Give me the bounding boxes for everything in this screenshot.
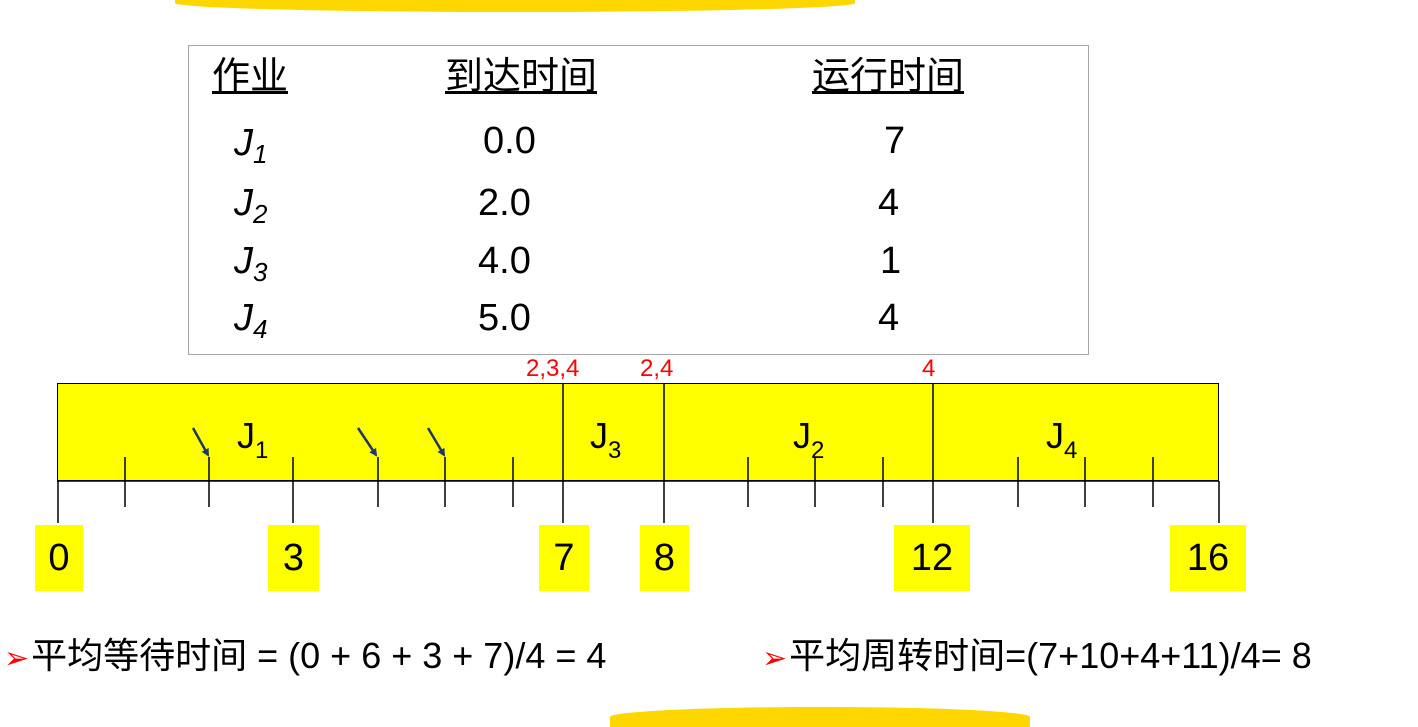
time-label-0: 0 xyxy=(35,525,83,591)
queue-at-12: 4 xyxy=(922,355,936,382)
bullet-icon: ➢ xyxy=(4,642,30,675)
gantt-lines xyxy=(57,383,1220,523)
queue-at-8: 2,4 xyxy=(640,355,674,382)
block-label-j4: J4 xyxy=(1046,415,1078,464)
time-label-7: 7 xyxy=(539,525,589,591)
block-label-j1: J1 xyxy=(237,415,269,464)
arrival-arrow-j4 xyxy=(426,427,446,457)
block-label-j2: J2 xyxy=(793,415,825,464)
arrival-arrow-j3 xyxy=(356,427,378,457)
avg-turnaround-time: ➢平均周转时间=(7+10+4+11)/4= 8 xyxy=(762,635,1312,676)
queue-at-7: 2,3,4 xyxy=(526,355,580,382)
time-label-3: 3 xyxy=(268,525,319,591)
bullet-icon: ➢ xyxy=(762,642,788,675)
time-label-12: 12 xyxy=(894,525,970,591)
time-label-16: 16 xyxy=(1170,525,1246,591)
avg-wait-time: ➢平均等待时间 = (0 + 6 + 3 + 7)/4 = 4 xyxy=(4,635,607,676)
block-label-j3: J3 xyxy=(590,415,622,464)
arrival-arrow-j2 xyxy=(191,427,210,457)
time-label-8: 8 xyxy=(640,525,689,591)
